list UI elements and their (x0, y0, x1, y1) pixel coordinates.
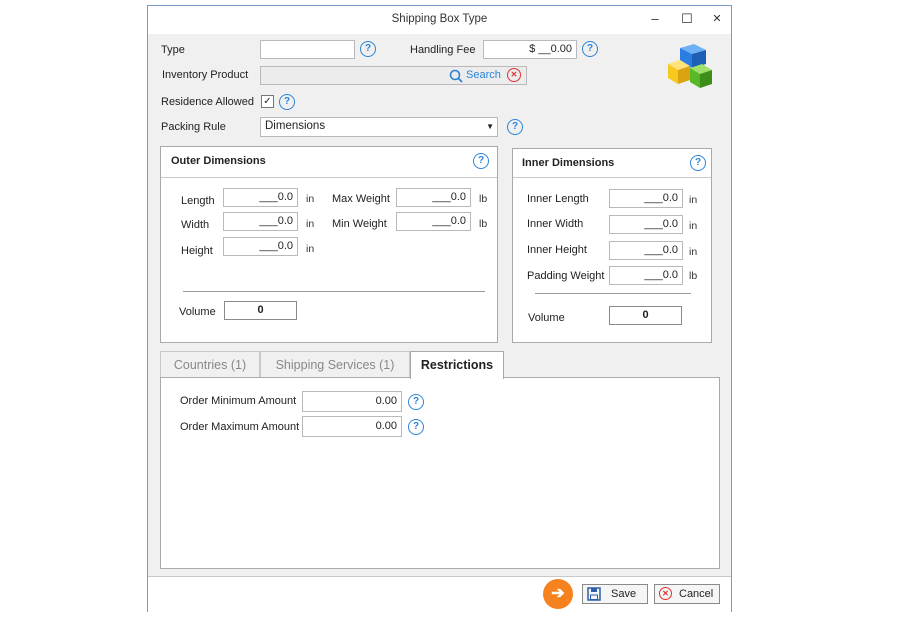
min-weight-unit: lb (479, 218, 488, 230)
type-label: Type (161, 44, 185, 56)
residence-allowed-label: Residence Allowed (161, 96, 254, 108)
save-button[interactable]: Save (582, 584, 648, 604)
inner-height-label: Inner Height (527, 244, 587, 256)
outer-title-divider (161, 177, 497, 178)
handling-fee-input[interactable]: $ __0.00 (483, 40, 577, 59)
title-bar: Shipping Box Type – ☐ ✕ (148, 6, 731, 34)
outer-divider (183, 291, 485, 292)
height-label: Height (181, 245, 213, 257)
search-link[interactable]: Search ✕ (449, 68, 529, 84)
inner-width-unit: in (689, 220, 698, 232)
inner-dimensions-title: Inner Dimensions (522, 157, 615, 169)
shipping-box-type-dialog: Shipping Box Type – ☐ ✕ Type ? Handling … (147, 5, 732, 612)
cancel-label: Cancel (679, 588, 714, 600)
packing-rule-select[interactable]: Dimensions ▼ (260, 117, 498, 137)
packing-rule-label: Packing Rule (161, 121, 226, 133)
min-weight-input[interactable]: ___0.0 (396, 212, 471, 231)
search-label: Search (466, 69, 501, 81)
tab-countries[interactable]: Countries (1) (160, 351, 260, 377)
tab-restrictions[interactable]: Restrictions (410, 351, 504, 379)
inner-dimensions-group: Inner Dimensions ? Inner Length ___0.0 i… (512, 148, 712, 343)
packing-rule-help-icon[interactable]: ? (507, 119, 523, 135)
width-unit: in (306, 218, 315, 230)
max-weight-input[interactable]: ___0.0 (396, 188, 471, 207)
length-label: Length (181, 195, 215, 207)
outer-dimensions-group: Outer Dimensions ? Length ___0.0 in Widt… (160, 146, 498, 343)
clear-icon[interactable]: ✕ (507, 68, 521, 82)
handling-fee-help-icon[interactable]: ? (582, 41, 598, 57)
padding-weight-label: Padding Weight (527, 270, 605, 282)
width-input[interactable]: ___0.0 (223, 212, 298, 231)
type-input[interactable] (260, 40, 355, 59)
order-max-label: Order Maximum Amount (180, 421, 300, 433)
close-window-button[interactable]: ✕ (707, 10, 727, 28)
order-min-label: Order Minimum Amount (180, 395, 297, 407)
height-unit: in (306, 243, 315, 255)
outer-dimensions-title: Outer Dimensions (171, 155, 266, 167)
save-label: Save (611, 588, 637, 600)
order-min-input[interactable]: 0.00 (302, 391, 402, 412)
max-weight-unit: lb (479, 193, 488, 205)
search-icon (449, 69, 463, 83)
inner-height-unit: in (689, 246, 698, 258)
outer-dimensions-help-icon[interactable]: ? (473, 153, 489, 169)
inner-height-input[interactable]: ___0.0 (609, 241, 683, 260)
length-input[interactable]: ___0.0 (223, 188, 298, 207)
residence-allowed-checkbox[interactable]: ✓ (261, 95, 274, 108)
outer-volume-field: 0 (224, 301, 297, 320)
handling-fee-label: Handling Fee (410, 44, 476, 56)
cancel-button[interactable]: ✕ Cancel (654, 584, 720, 604)
chevron-down-icon: ▼ (486, 122, 494, 131)
footer-bar: ➔ Save ✕ Cancel (148, 576, 731, 612)
inner-width-input[interactable]: ___0.0 (609, 215, 683, 234)
outer-volume-label: Volume (179, 306, 216, 318)
inner-volume-field: 0 (609, 306, 682, 325)
arrow-right-icon: ➔ (543, 579, 573, 609)
inner-width-label: Inner Width (527, 218, 584, 230)
type-help-icon[interactable]: ? (360, 41, 376, 57)
boxes-logo-icon (668, 44, 712, 88)
residence-help-icon[interactable]: ? (279, 94, 295, 110)
padding-weight-unit: lb (689, 270, 698, 282)
min-weight-label: Min Weight (332, 218, 387, 230)
maximize-button[interactable]: ☐ (677, 10, 697, 28)
minimize-button[interactable]: – (645, 10, 665, 28)
packing-rule-value: Dimensions (265, 120, 326, 132)
order-max-input[interactable]: 0.00 (302, 416, 402, 437)
inner-length-unit: in (689, 194, 698, 206)
inventory-product-label: Inventory Product (162, 69, 249, 81)
length-unit: in (306, 193, 315, 205)
cancel-icon: ✕ (659, 587, 672, 600)
inner-length-label: Inner Length (527, 193, 589, 205)
inner-volume-label: Volume (528, 312, 565, 324)
max-weight-label: Max Weight (332, 193, 390, 205)
save-disk-icon (587, 587, 601, 601)
order-max-help-icon[interactable]: ? (408, 419, 424, 435)
inner-title-divider (513, 177, 711, 178)
order-min-help-icon[interactable]: ? (408, 394, 424, 410)
window-title: Shipping Box Type (391, 13, 488, 25)
padding-weight-input[interactable]: ___0.0 (609, 266, 683, 285)
height-input[interactable]: ___0.0 (223, 237, 298, 256)
inner-length-input[interactable]: ___0.0 (609, 189, 683, 208)
restrictions-panel: Order Minimum Amount 0.00 ? Order Maximu… (160, 377, 720, 569)
inner-dimensions-help-icon[interactable]: ? (690, 155, 706, 171)
tab-shipping-services[interactable]: Shipping Services (1) (260, 351, 410, 377)
width-label: Width (181, 219, 210, 231)
inner-divider (535, 293, 691, 294)
